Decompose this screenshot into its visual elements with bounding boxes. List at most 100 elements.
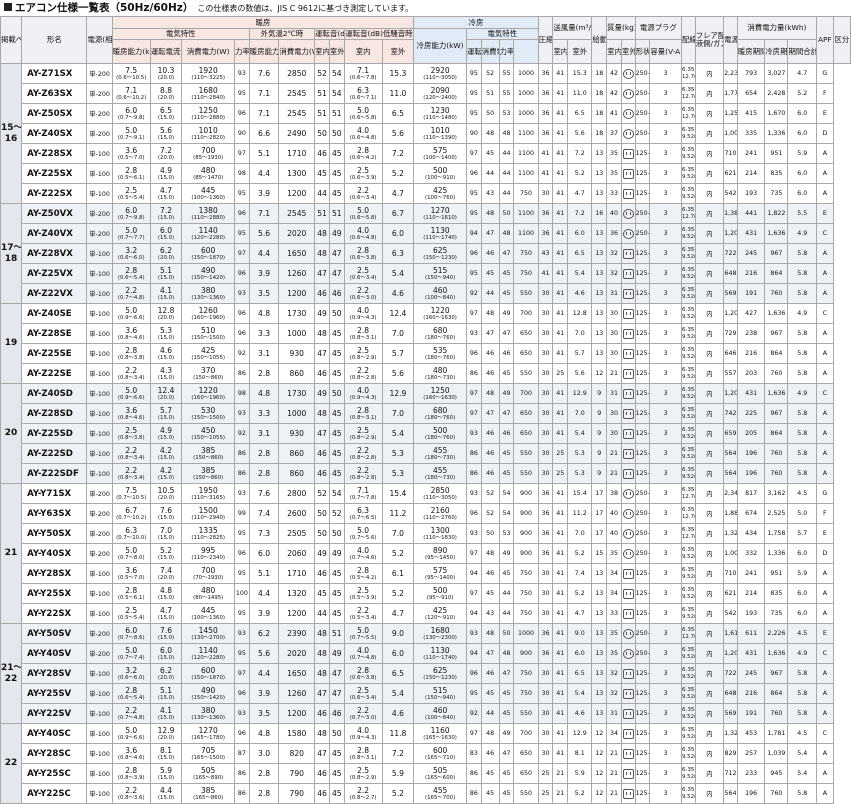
heat-capacity: 5.0 (0.7〜8.0) (111, 543, 151, 564)
apf-value: 4.9 (787, 383, 817, 404)
noise-indoor: 52 (314, 63, 330, 84)
value-sub: (95〜910) (426, 594, 454, 601)
energy-total: 1,636 (764, 383, 789, 404)
cool-current: 5.9 (381, 763, 415, 784)
airflow-outdoor: 41 (552, 723, 569, 744)
heat-current: 4.7 (15.0) (149, 183, 183, 204)
value-sub: (180〜760) (425, 334, 456, 341)
heat-capacity: 2.8 (0.8〜3.9) (111, 763, 151, 784)
noise-outdoor: 54 (328, 63, 345, 84)
energy-total: 1,336 (764, 123, 789, 144)
class-value: A (815, 783, 834, 804)
outdoor2c-capacity: 6.0 (248, 543, 280, 564)
value-main: 1250 (198, 105, 218, 115)
cool-power-factor: 96 (465, 503, 482, 524)
power-supply: 単-100 (86, 763, 113, 784)
value-sub: (20.0) (157, 494, 175, 501)
value-sub: (110〜1480) (423, 114, 457, 121)
value-sub: (20.0) (157, 94, 175, 101)
compressor-output: 1100 (513, 123, 539, 144)
value-sub: (80〜1495) (193, 594, 224, 601)
cool-consumption: 680 (180〜760) (413, 403, 467, 424)
noise-outdoor: 50 (328, 523, 345, 544)
heat-power-factor: 96 (234, 303, 250, 324)
cool-current: 6.5 (381, 103, 415, 124)
apf-value: 5.8 (787, 403, 817, 424)
value-sub: (0.5〜5.4) (117, 614, 145, 621)
plug-shape (620, 743, 636, 764)
power-source: 内 (694, 503, 725, 524)
feed-current: 5.4 (567, 683, 593, 704)
outdoor2c-capacity: 3.5 (248, 283, 280, 304)
value-sub: 9.52(3分) (682, 434, 695, 440)
power-supply: 単-100 (86, 143, 113, 164)
title-square-icon (4, 3, 12, 11)
airflow-outdoor: 41 (552, 603, 569, 624)
noise-indoor: 48 (314, 243, 330, 264)
plug-capacity: 125-15 (634, 603, 651, 624)
value-main: 505 (432, 765, 448, 775)
heat-current: 6.0 (15.0) (149, 643, 183, 664)
value-sub: (110〜2840) (191, 94, 225, 101)
feed-current: 11.2 (567, 503, 593, 524)
plug-icon (622, 148, 634, 159)
outlet-count: 3 (649, 523, 682, 544)
power-source: 内 (694, 603, 725, 624)
heat-consumption: 1140 (120〜2280) (181, 643, 236, 664)
outdoor2c-power: 790 (278, 763, 316, 784)
heat-capacity: 5.0 (0.9〜6.6) (111, 383, 151, 404)
cool-power-factor: 86 (465, 783, 482, 804)
heat-current: 12.8 (20.0) (149, 303, 183, 324)
mass-outdoor: 40 (606, 503, 622, 524)
power-supply: 単-100 (86, 723, 113, 744)
noise-outdoor: 45 (328, 183, 345, 204)
model-name: AY-Y28SV (21, 663, 88, 684)
power-source: 内 (694, 363, 725, 384)
power-supply: 単-100 (86, 163, 113, 184)
class-value: C (815, 643, 834, 664)
heat-power-factor: 99 (234, 503, 250, 524)
feed-current: 4.6 (567, 703, 593, 724)
table-row: AY-Z25SX 単-100 2.8 (0.5〜6.1) 4.9 (15.0) 480 (85… (1, 163, 851, 184)
heat-current: 4.7 (15.0) (149, 603, 183, 624)
compressor-output: 1000 (513, 103, 539, 124)
outlet-count: 3 (649, 183, 682, 204)
power-supply: 単-100 (86, 663, 113, 684)
model-name: AY-Z28VX (21, 243, 88, 264)
energy-total: 967 (764, 323, 789, 344)
mass-indoor: 18 (591, 83, 608, 104)
heat-current: 10.5 (20.0) (149, 483, 183, 504)
hdr-plug: 電源プラグ (634, 16, 683, 40)
pipe-size: 6.35(2分)12.7(4分) (681, 63, 696, 84)
heat-power-factor: 93 (234, 63, 250, 84)
value-main: 515 (432, 265, 448, 275)
cool-capacity: 2.5 (0.6〜3.9) (343, 163, 383, 184)
cool-current: 7.0 (381, 323, 415, 344)
cool-capacity: 2.8 (0.6〜4.2) (343, 143, 383, 164)
value-sub: (15.0) (157, 594, 175, 601)
apf-value: 5.8 (787, 263, 817, 284)
mass-indoor: 12 (591, 723, 608, 744)
cool-consumption: 575 (100〜1400) (413, 143, 467, 164)
value-sub: (0.7〜7.7) (117, 234, 145, 241)
power-source: 内 (694, 143, 725, 164)
energy-cool-period: 191 (736, 283, 766, 304)
value-main: 6.35(2分) (682, 307, 695, 313)
outdoor2c-power: 2800 (278, 483, 316, 504)
model-name: AY-Z22SD (21, 443, 88, 464)
value-main: 6.35(2分) (682, 347, 695, 353)
cool-current: 15.4 (381, 483, 415, 504)
heat-power-factor: 87 (234, 743, 250, 764)
power-supply: 単-200 (86, 103, 113, 124)
value-sub: 9.52(3分) (682, 414, 695, 420)
heat-current: 4.9 (15.0) (149, 163, 183, 184)
energy-cool-period: 205 (736, 423, 766, 444)
value-sub: (0.9〜6.6) (117, 394, 145, 401)
outdoor2c-capacity: 5.1 (248, 563, 280, 584)
hdr-indoor-2: 室内 (343, 39, 383, 64)
airflow-indoor: 30 (537, 443, 554, 464)
pipe-size: 6.35(2分)12.7(4分) (681, 103, 696, 124)
heat-consumption: 490 (150〜1420) (181, 683, 236, 704)
outlet-count: 3 (649, 343, 682, 364)
heat-power-factor: 93 (234, 403, 250, 424)
